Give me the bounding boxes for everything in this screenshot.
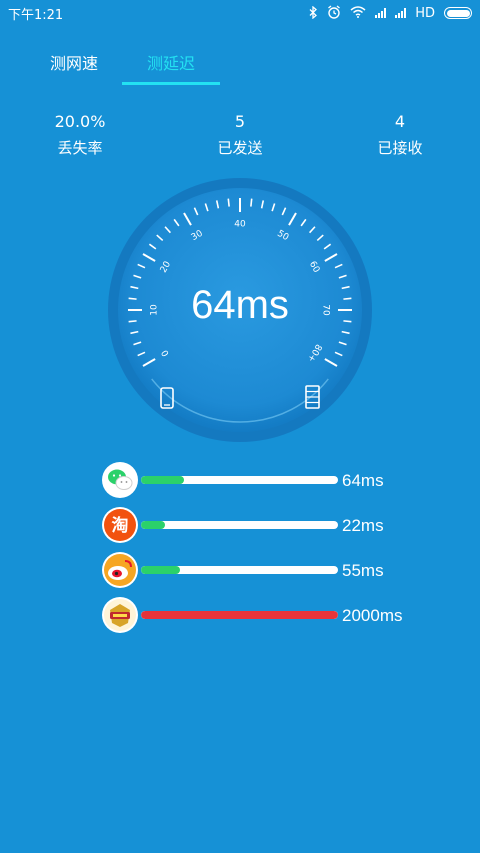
ping-row-taobao: 淘 22ms xyxy=(100,505,440,550)
signal-icon xyxy=(395,8,407,18)
status-icons: HD xyxy=(309,5,472,21)
active-tab-indicator xyxy=(122,82,220,85)
gauge-minor-tick xyxy=(250,198,253,207)
weibo-icon xyxy=(102,552,138,588)
wifi-icon xyxy=(350,6,366,20)
ping-bar xyxy=(141,566,338,574)
svg-text:淘: 淘 xyxy=(112,515,129,536)
latency-value: 64ms xyxy=(191,283,289,327)
tab-latency-test[interactable]: 测延迟 xyxy=(121,50,221,74)
stat-sent: 5 已发送 xyxy=(180,112,300,158)
signal-icon xyxy=(375,8,387,18)
ping-value: 64ms xyxy=(342,471,384,490)
gauge-minor-tick xyxy=(227,198,230,207)
stat-label: 已发送 xyxy=(217,139,263,157)
bluetooth-icon xyxy=(309,5,318,21)
stat-label: 丢失率 xyxy=(57,139,103,157)
ping-bar-fill xyxy=(141,566,181,574)
game-icon xyxy=(102,597,138,633)
ping-row-wechat: 64ms xyxy=(100,460,440,505)
taobao-icon: 淘 xyxy=(102,507,138,543)
stat-label: 已接收 xyxy=(377,139,423,157)
network-type-label: HD xyxy=(415,5,435,21)
stat-value: 20.0% xyxy=(54,112,106,131)
ping-row-game: 2000ms xyxy=(100,595,440,640)
ping-value: 55ms xyxy=(342,561,384,580)
ping-row-weibo: 55ms xyxy=(100,550,440,595)
alarm-icon xyxy=(327,5,341,21)
tab-speed-test[interactable]: 测网速 xyxy=(24,50,124,74)
ping-bar-fill xyxy=(141,476,185,484)
ping-bar xyxy=(141,476,338,484)
ping-bar xyxy=(141,521,338,529)
stat-value: 4 xyxy=(394,112,406,131)
battery-icon xyxy=(444,7,472,19)
ping-value: 22ms xyxy=(342,516,384,535)
tab-bar: 测网速 测延迟 xyxy=(0,44,480,86)
gauge-scale-label: 40 xyxy=(234,220,246,230)
stats-row: 20.0% 丢失率 5 已发送 4 已接收 xyxy=(0,112,480,162)
status-bar: 下午1:21 HD xyxy=(0,0,480,26)
stat-loss-rate: 20.0% 丢失率 xyxy=(20,112,140,158)
ping-value: 2000ms xyxy=(342,606,403,625)
ping-bar xyxy=(141,611,338,619)
stat-value: 5 xyxy=(234,112,246,131)
ping-bar-fill xyxy=(141,521,165,529)
status-time: 下午1:21 xyxy=(8,7,64,23)
wechat-icon xyxy=(102,462,138,498)
stat-received: 4 已接收 xyxy=(340,112,460,158)
app-ping-list: 64ms 淘 22ms 55ms 2000ms xyxy=(100,460,440,640)
ping-bar-fill xyxy=(141,611,338,619)
